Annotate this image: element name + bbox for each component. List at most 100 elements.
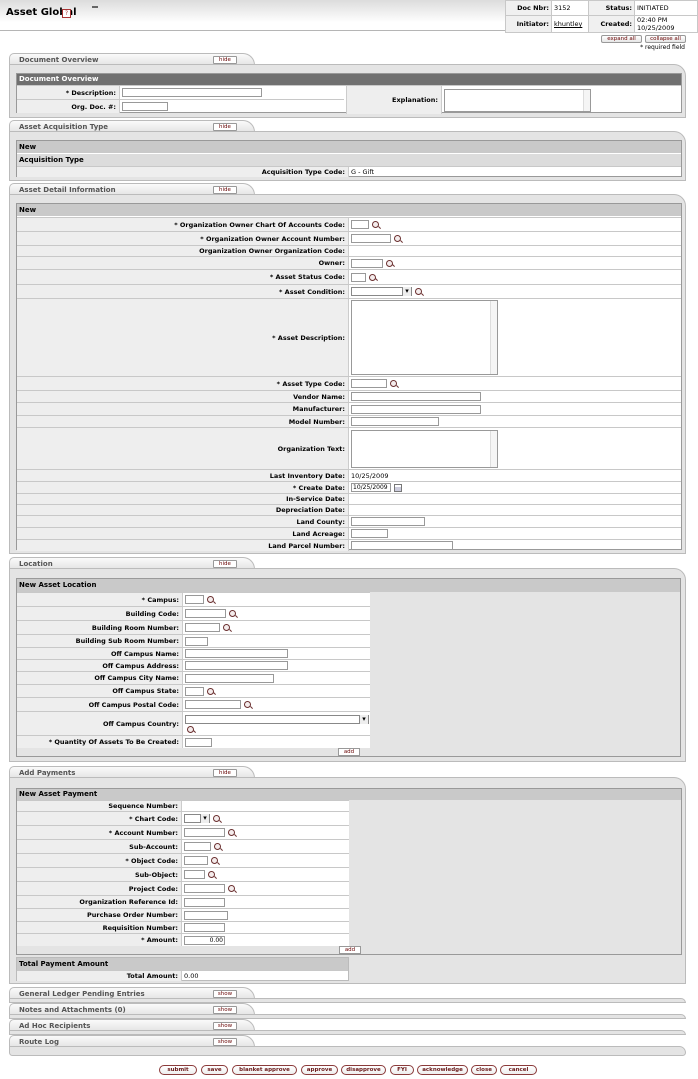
asset-type-code-input[interactable] xyxy=(351,379,387,388)
lookup-icon[interactable] xyxy=(390,380,397,387)
lookup-icon[interactable] xyxy=(228,885,235,892)
campus-input[interactable] xyxy=(185,595,204,604)
acknowledge-button[interactable]: acknowledge xyxy=(417,1065,468,1075)
lookup-icon[interactable] xyxy=(394,235,401,242)
collapse-all-button[interactable]: collapse all xyxy=(645,35,686,43)
lookup-icon[interactable] xyxy=(229,610,236,617)
building-sub-room-number-input[interactable] xyxy=(185,636,208,646)
lookup-icon[interactable] xyxy=(386,259,393,267)
lookup-icon[interactable] xyxy=(228,829,235,836)
initiator-link[interactable]: khuntley xyxy=(554,20,582,28)
help-icon[interactable]: ? xyxy=(62,9,71,18)
project-code-input[interactable] xyxy=(184,884,225,893)
lookup-icon[interactable] xyxy=(207,687,214,695)
asset-detail-box: New * Organization Owner Chart Of Accoun… xyxy=(16,203,682,551)
org-doc-label: Org. Doc. #: xyxy=(17,100,120,113)
model-number-input[interactable] xyxy=(351,417,439,426)
owner-input[interactable] xyxy=(351,258,383,268)
vendor-name-input[interactable] xyxy=(351,392,481,401)
fyi-button[interactable]: FYI xyxy=(390,1065,414,1075)
lookup-icon[interactable] xyxy=(415,288,422,295)
land-parcel-number-input[interactable] xyxy=(351,541,453,550)
cancel-button[interactable]: cancel xyxy=(500,1065,537,1075)
hide-button[interactable]: hide xyxy=(213,186,237,194)
sub-object-label: Sub-Object: xyxy=(17,868,182,881)
add-payment-button[interactable]: add xyxy=(339,946,361,954)
hide-button[interactable]: hide xyxy=(213,56,237,64)
lookup-icon[interactable] xyxy=(372,221,379,228)
land-county-input[interactable] xyxy=(351,517,425,526)
purchase-order-number-input[interactable] xyxy=(184,910,228,920)
last-inventory-date-value: 10/25/2009 xyxy=(351,471,389,480)
org-doc-input[interactable] xyxy=(122,102,168,111)
expand-all-button[interactable]: expand all xyxy=(601,35,642,43)
route-log-panel xyxy=(9,1046,686,1056)
tab-title: Asset Acquisition Type xyxy=(19,123,109,131)
lookup-icon[interactable] xyxy=(214,843,221,850)
disapprove-button[interactable]: disapprove xyxy=(341,1065,386,1075)
object-code-input[interactable] xyxy=(184,856,208,865)
hide-button[interactable]: hide xyxy=(213,769,237,777)
add-location-button[interactable]: add xyxy=(338,748,360,756)
show-button[interactable]: show xyxy=(213,1022,237,1030)
blanket-approve-button[interactable]: blanket approve xyxy=(232,1065,297,1075)
tab-title: Ad Hoc Recipients xyxy=(19,1022,91,1030)
show-button[interactable]: show xyxy=(213,990,237,998)
lookup-icon[interactable] xyxy=(369,273,376,281)
off-campus-state-input[interactable] xyxy=(185,686,204,696)
new-asset-payment-box: New Asset Payment Sequence Number: * Cha… xyxy=(16,788,682,955)
calendar-icon[interactable] xyxy=(394,483,402,492)
organization-reference-id-input[interactable] xyxy=(184,897,225,907)
lookup-icon[interactable] xyxy=(213,815,220,822)
lookup-icon[interactable] xyxy=(223,624,230,631)
sub-object-input[interactable] xyxy=(184,870,205,879)
asset-type-code-label: * Asset Type Code: xyxy=(17,377,349,390)
purchase-order-number-label: Purchase Order Number: xyxy=(17,909,182,921)
manufacturer-input[interactable] xyxy=(351,404,481,414)
off-campus-address-label: Off Campus Address: xyxy=(17,660,183,671)
building-sub-room-number-label: Building Sub Room Number: xyxy=(17,635,183,647)
off-campus-country-select[interactable] xyxy=(185,714,369,724)
amount-input[interactable]: 0.00 xyxy=(184,935,225,945)
explanation-textarea[interactable] xyxy=(444,88,591,112)
submit-button[interactable]: submit xyxy=(159,1065,197,1075)
create-date-input[interactable]: 10/25/2009 xyxy=(351,483,391,492)
location-box: New Asset Location * Campus: Building Co… xyxy=(16,578,681,757)
acquisition-type-code-label: Acquisition Type Code: xyxy=(17,167,349,177)
lookup-icon[interactable] xyxy=(208,871,215,878)
hide-button[interactable]: hide xyxy=(213,123,237,131)
land-acreage-input[interactable] xyxy=(351,529,388,538)
off-campus-name-input[interactable] xyxy=(185,649,288,658)
save-button[interactable]: save xyxy=(201,1065,228,1075)
total-payment-header: Total Payment Amount xyxy=(17,958,348,970)
off-campus-postal-code-input[interactable] xyxy=(185,700,241,709)
lookup-icon[interactable] xyxy=(211,857,218,864)
asset-description-textarea[interactable] xyxy=(351,300,498,375)
chart-code-select[interactable] xyxy=(184,814,210,823)
building-code-input[interactable] xyxy=(185,609,226,618)
org-owner-account-input[interactable] xyxy=(351,234,391,243)
off-campus-address-input[interactable] xyxy=(185,661,288,670)
requisition-number-input[interactable] xyxy=(184,923,225,932)
quantity-of-assets-input[interactable] xyxy=(185,737,212,747)
building-code-label: Building Code: xyxy=(17,607,183,620)
approve-button[interactable]: approve xyxy=(301,1065,338,1075)
description-input[interactable] xyxy=(122,88,262,97)
asset-status-code-input[interactable] xyxy=(351,272,366,282)
sub-account-input[interactable] xyxy=(184,842,211,851)
close-button[interactable]: close xyxy=(471,1065,497,1075)
show-button[interactable]: show xyxy=(213,1006,237,1014)
account-number-input[interactable] xyxy=(184,828,225,837)
building-room-number-input[interactable] xyxy=(185,623,220,632)
lookup-icon[interactable] xyxy=(187,725,194,733)
lookup-icon[interactable] xyxy=(207,596,214,603)
hide-button[interactable]: hide xyxy=(213,560,237,568)
doc-nbr-label: Doc Nbr: xyxy=(505,0,552,16)
asset-condition-select[interactable] xyxy=(351,287,412,296)
organization-text-textarea[interactable] xyxy=(351,429,498,468)
show-button[interactable]: show xyxy=(213,1038,237,1046)
org-owner-chart-input[interactable] xyxy=(351,220,369,229)
lookup-icon[interactable] xyxy=(244,701,251,708)
vendor-name-label: Vendor Name: xyxy=(17,391,349,402)
off-campus-city-name-input[interactable] xyxy=(185,673,274,683)
